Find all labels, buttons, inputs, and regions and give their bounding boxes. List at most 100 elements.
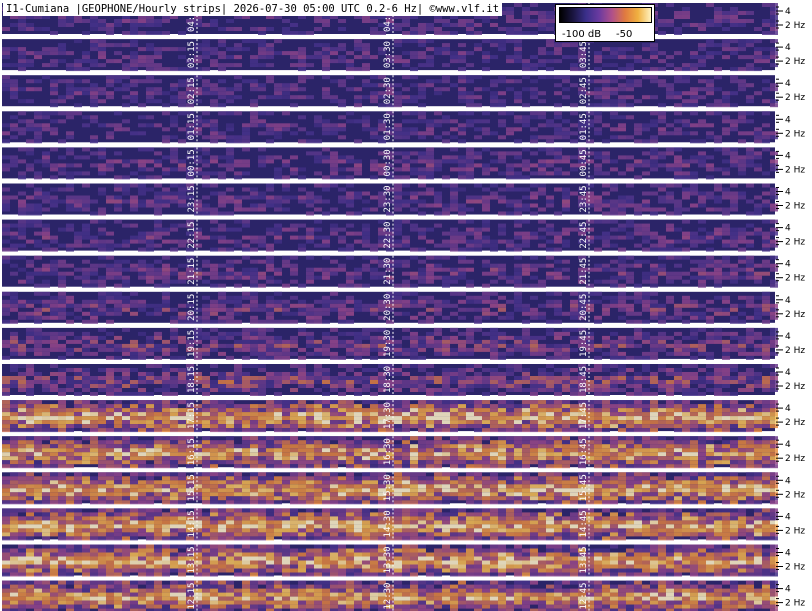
spectral-cell (714, 267, 722, 272)
spectral-cell (754, 91, 762, 96)
spectral-cell (498, 275, 506, 280)
spectral-cell (634, 127, 642, 132)
spectral-cell (666, 368, 674, 372)
spectral-cell (674, 372, 682, 376)
spectral-cell (226, 123, 234, 128)
spectral-cell (130, 159, 138, 164)
spectral-cell (642, 75, 650, 80)
spectral-cell (434, 199, 442, 204)
spectral-cell (442, 23, 450, 27)
spectral-cell (18, 255, 26, 260)
spectral-cell (434, 392, 442, 396)
spectral-cell (210, 207, 218, 212)
spectral-cell (610, 103, 618, 108)
spectral-cell (50, 307, 58, 312)
spectral-cell (474, 243, 482, 248)
spectral-cell (658, 199, 666, 204)
spectral-cell (354, 103, 362, 108)
spectral-cell (50, 380, 58, 384)
spectral-cell (338, 404, 346, 409)
spectral-cell (730, 39, 738, 44)
spectral-cell (394, 83, 402, 88)
spectral-cell (754, 51, 762, 56)
spectral-cell (210, 380, 218, 384)
spectral-cell (394, 99, 402, 104)
spectral-cell (18, 119, 26, 124)
spectral-cell (450, 239, 458, 244)
spectral-cell (242, 171, 250, 176)
spectral-cell (538, 351, 546, 356)
spectral-cell (626, 271, 634, 276)
spectral-cell (26, 99, 34, 104)
spectral-cell (338, 416, 346, 421)
spectral-cell (450, 187, 458, 192)
spectral-cell (554, 111, 562, 116)
spectral-cell (138, 159, 146, 164)
spectral-cell (250, 27, 258, 31)
spectral-cell (442, 115, 450, 120)
spectral-cell (138, 376, 146, 380)
spectral-cell (282, 400, 290, 405)
spectral-cell (402, 311, 410, 316)
spectral-cell (450, 404, 458, 409)
spectral-cell (298, 63, 306, 68)
spectral-cell (698, 408, 706, 413)
spectral-cell (482, 111, 490, 116)
spectral-cell (18, 315, 26, 320)
spectral-cell (674, 239, 682, 244)
spectral-cell (410, 95, 418, 100)
spectral-cell (122, 404, 130, 409)
spectral-cell (50, 87, 58, 92)
spectral-cell (530, 115, 538, 120)
spectral-cell (530, 11, 538, 15)
spectral-cell (26, 259, 34, 264)
spectral-cell (314, 235, 322, 240)
spectral-cell (98, 63, 106, 68)
spectral-cell (682, 303, 690, 308)
spectral-cell (122, 183, 130, 188)
spectral-cell (298, 247, 306, 252)
spectral-cell (298, 51, 306, 56)
spectral-cell (762, 376, 770, 380)
spectral-cell (226, 127, 234, 132)
spectral-cell (522, 351, 530, 356)
spectral-cell (410, 159, 418, 164)
spectral-cell (482, 331, 490, 336)
spectral-cell (570, 392, 578, 396)
spectral-cell (154, 159, 162, 164)
spectral-cell (658, 267, 666, 272)
spectral-cell (506, 163, 514, 168)
spectral-cell (546, 159, 554, 164)
spectral-cell (226, 376, 234, 380)
spectral-cell (90, 99, 98, 104)
spectral-cell (514, 376, 522, 380)
spectral-cell (754, 27, 762, 31)
spectral-cell (370, 392, 378, 396)
spectral-cell (538, 183, 546, 188)
spectral-cell (210, 119, 218, 124)
spectral-cell (562, 231, 570, 236)
spectral-cell (50, 31, 58, 35)
spectral-cell (210, 227, 218, 232)
spectral-cell (226, 275, 234, 280)
spectral-cell (434, 91, 442, 96)
spectral-cell (642, 127, 650, 132)
spectral-cell (362, 331, 370, 336)
spectral-cell (458, 139, 466, 144)
spectral-cell (650, 343, 658, 348)
spectral-cell (490, 380, 498, 384)
spectral-cell (490, 151, 498, 156)
spectral-cell (370, 339, 378, 344)
spectral-cell (570, 412, 578, 417)
spectral-cell (154, 191, 162, 196)
spectral-cell (322, 380, 330, 384)
spectral-cell (610, 235, 618, 240)
spectral-cell (242, 303, 250, 308)
spectral-cell (346, 159, 354, 164)
spectral-cell (170, 147, 178, 152)
spectral-cell (314, 123, 322, 128)
spectral-cell (514, 171, 522, 176)
spectral-cell (82, 376, 90, 380)
spectral-cell (330, 171, 338, 176)
spectral-cell (354, 351, 362, 356)
